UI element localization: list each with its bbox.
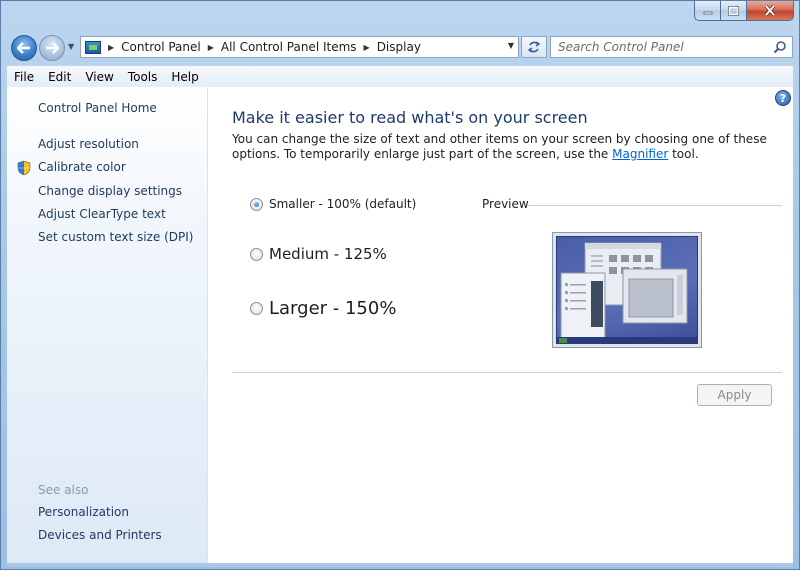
- forward-button[interactable]: [39, 35, 65, 61]
- change-display-settings-link[interactable]: Change display settings: [38, 184, 182, 198]
- section-divider: [232, 372, 782, 373]
- preview-illustration: [557, 242, 697, 343]
- apply-button[interactable]: Apply: [697, 384, 772, 406]
- option-larger-label: Larger - 150%: [269, 298, 397, 319]
- radio-larger[interactable]: [250, 302, 263, 315]
- page-title: Make it easier to read what's on your sc…: [232, 108, 588, 127]
- client-area: Control Panel Home Adjust resolution Cal…: [7, 87, 793, 563]
- minimize-icon: [703, 11, 712, 14]
- option-medium-label: Medium - 125%: [269, 245, 387, 263]
- address-bar[interactable]: ▶ Control Panel ▶ All Control Panel Item…: [80, 36, 519, 58]
- preview-screen: [556, 236, 698, 344]
- description-text-end: tool.: [668, 147, 699, 161]
- breadcrumb-separator-icon[interactable]: ▶: [361, 43, 373, 52]
- set-custom-text-size-link[interactable]: Set custom text size (DPI): [38, 230, 193, 244]
- menu-help[interactable]: Help: [164, 66, 205, 88]
- window-frame: ▼ ▶ Control Panel ▶ All Control Panel It…: [0, 0, 800, 570]
- control-panel-home-link[interactable]: Control Panel Home: [38, 101, 157, 115]
- forward-arrow-icon: [46, 42, 59, 54]
- menu-tools[interactable]: Tools: [121, 66, 165, 88]
- see-also-heading: See also: [38, 483, 89, 497]
- search-input[interactable]: Search Control Panel: [550, 36, 793, 58]
- personalization-link[interactable]: Personalization: [38, 505, 129, 519]
- breadcrumb-display[interactable]: Display: [377, 40, 421, 54]
- close-button[interactable]: [747, 1, 794, 21]
- magnifier-link[interactable]: Magnifier: [612, 147, 668, 161]
- back-button[interactable]: [11, 35, 37, 61]
- help-icon[interactable]: ?: [775, 90, 791, 106]
- navigation-row: ▼ ▶ Control Panel ▶ All Control Panel It…: [7, 33, 793, 61]
- refresh-icon: [527, 41, 541, 53]
- breadcrumb-control-panel[interactable]: Control Panel: [121, 40, 201, 54]
- radio-medium[interactable]: [250, 247, 263, 261]
- caption-buttons: [694, 1, 794, 22]
- menu-view[interactable]: View: [78, 66, 120, 88]
- back-arrow-icon: [17, 42, 30, 54]
- option-larger[interactable]: Larger - 150%: [250, 298, 396, 319]
- radio-smaller[interactable]: [250, 197, 263, 211]
- breadcrumb-separator-icon[interactable]: ▶: [105, 43, 117, 52]
- main-content: ? Make it easier to read what's on your …: [208, 87, 793, 563]
- search-icon[interactable]: [773, 40, 787, 54]
- breadcrumb-all-items[interactable]: All Control Panel Items: [221, 40, 357, 54]
- menu-edit[interactable]: Edit: [41, 66, 78, 88]
- title-bar: [1, 1, 799, 31]
- adjust-cleartype-link[interactable]: Adjust ClearType text: [38, 207, 166, 221]
- adjust-resolution-link[interactable]: Adjust resolution: [38, 137, 139, 151]
- search-placeholder: Search Control Panel: [558, 40, 684, 54]
- minimize-button[interactable]: [694, 1, 721, 21]
- uac-shield-icon: [17, 160, 31, 176]
- menu-bar: File Edit View Tools Help: [7, 65, 793, 87]
- task-pane: Control Panel Home Adjust resolution Cal…: [7, 87, 208, 563]
- recent-pages-chevron-icon[interactable]: ▼: [68, 42, 74, 51]
- option-medium[interactable]: Medium - 125%: [250, 245, 387, 263]
- maximize-button[interactable]: [721, 1, 747, 21]
- page-description: You can change the size of text and othe…: [232, 132, 777, 162]
- preview-divider: [528, 205, 782, 206]
- maximize-icon: [728, 5, 739, 16]
- devices-and-printers-link[interactable]: Devices and Printers: [38, 528, 162, 542]
- breadcrumb-separator-icon[interactable]: ▶: [205, 43, 217, 52]
- preview-label: Preview: [482, 197, 529, 211]
- calibrate-color-link[interactable]: Calibrate color: [38, 160, 126, 174]
- close-icon: [764, 5, 776, 16]
- refresh-button[interactable]: [521, 36, 547, 58]
- option-smaller[interactable]: Smaller - 100% (default): [250, 197, 416, 211]
- menu-file[interactable]: File: [7, 66, 41, 88]
- preview-image: [552, 232, 702, 348]
- window-bottom-border: [7, 563, 793, 567]
- option-smaller-label: Smaller - 100% (default): [269, 197, 417, 211]
- control-panel-icon: [85, 40, 101, 54]
- address-dropdown-icon[interactable]: ▼: [508, 41, 514, 50]
